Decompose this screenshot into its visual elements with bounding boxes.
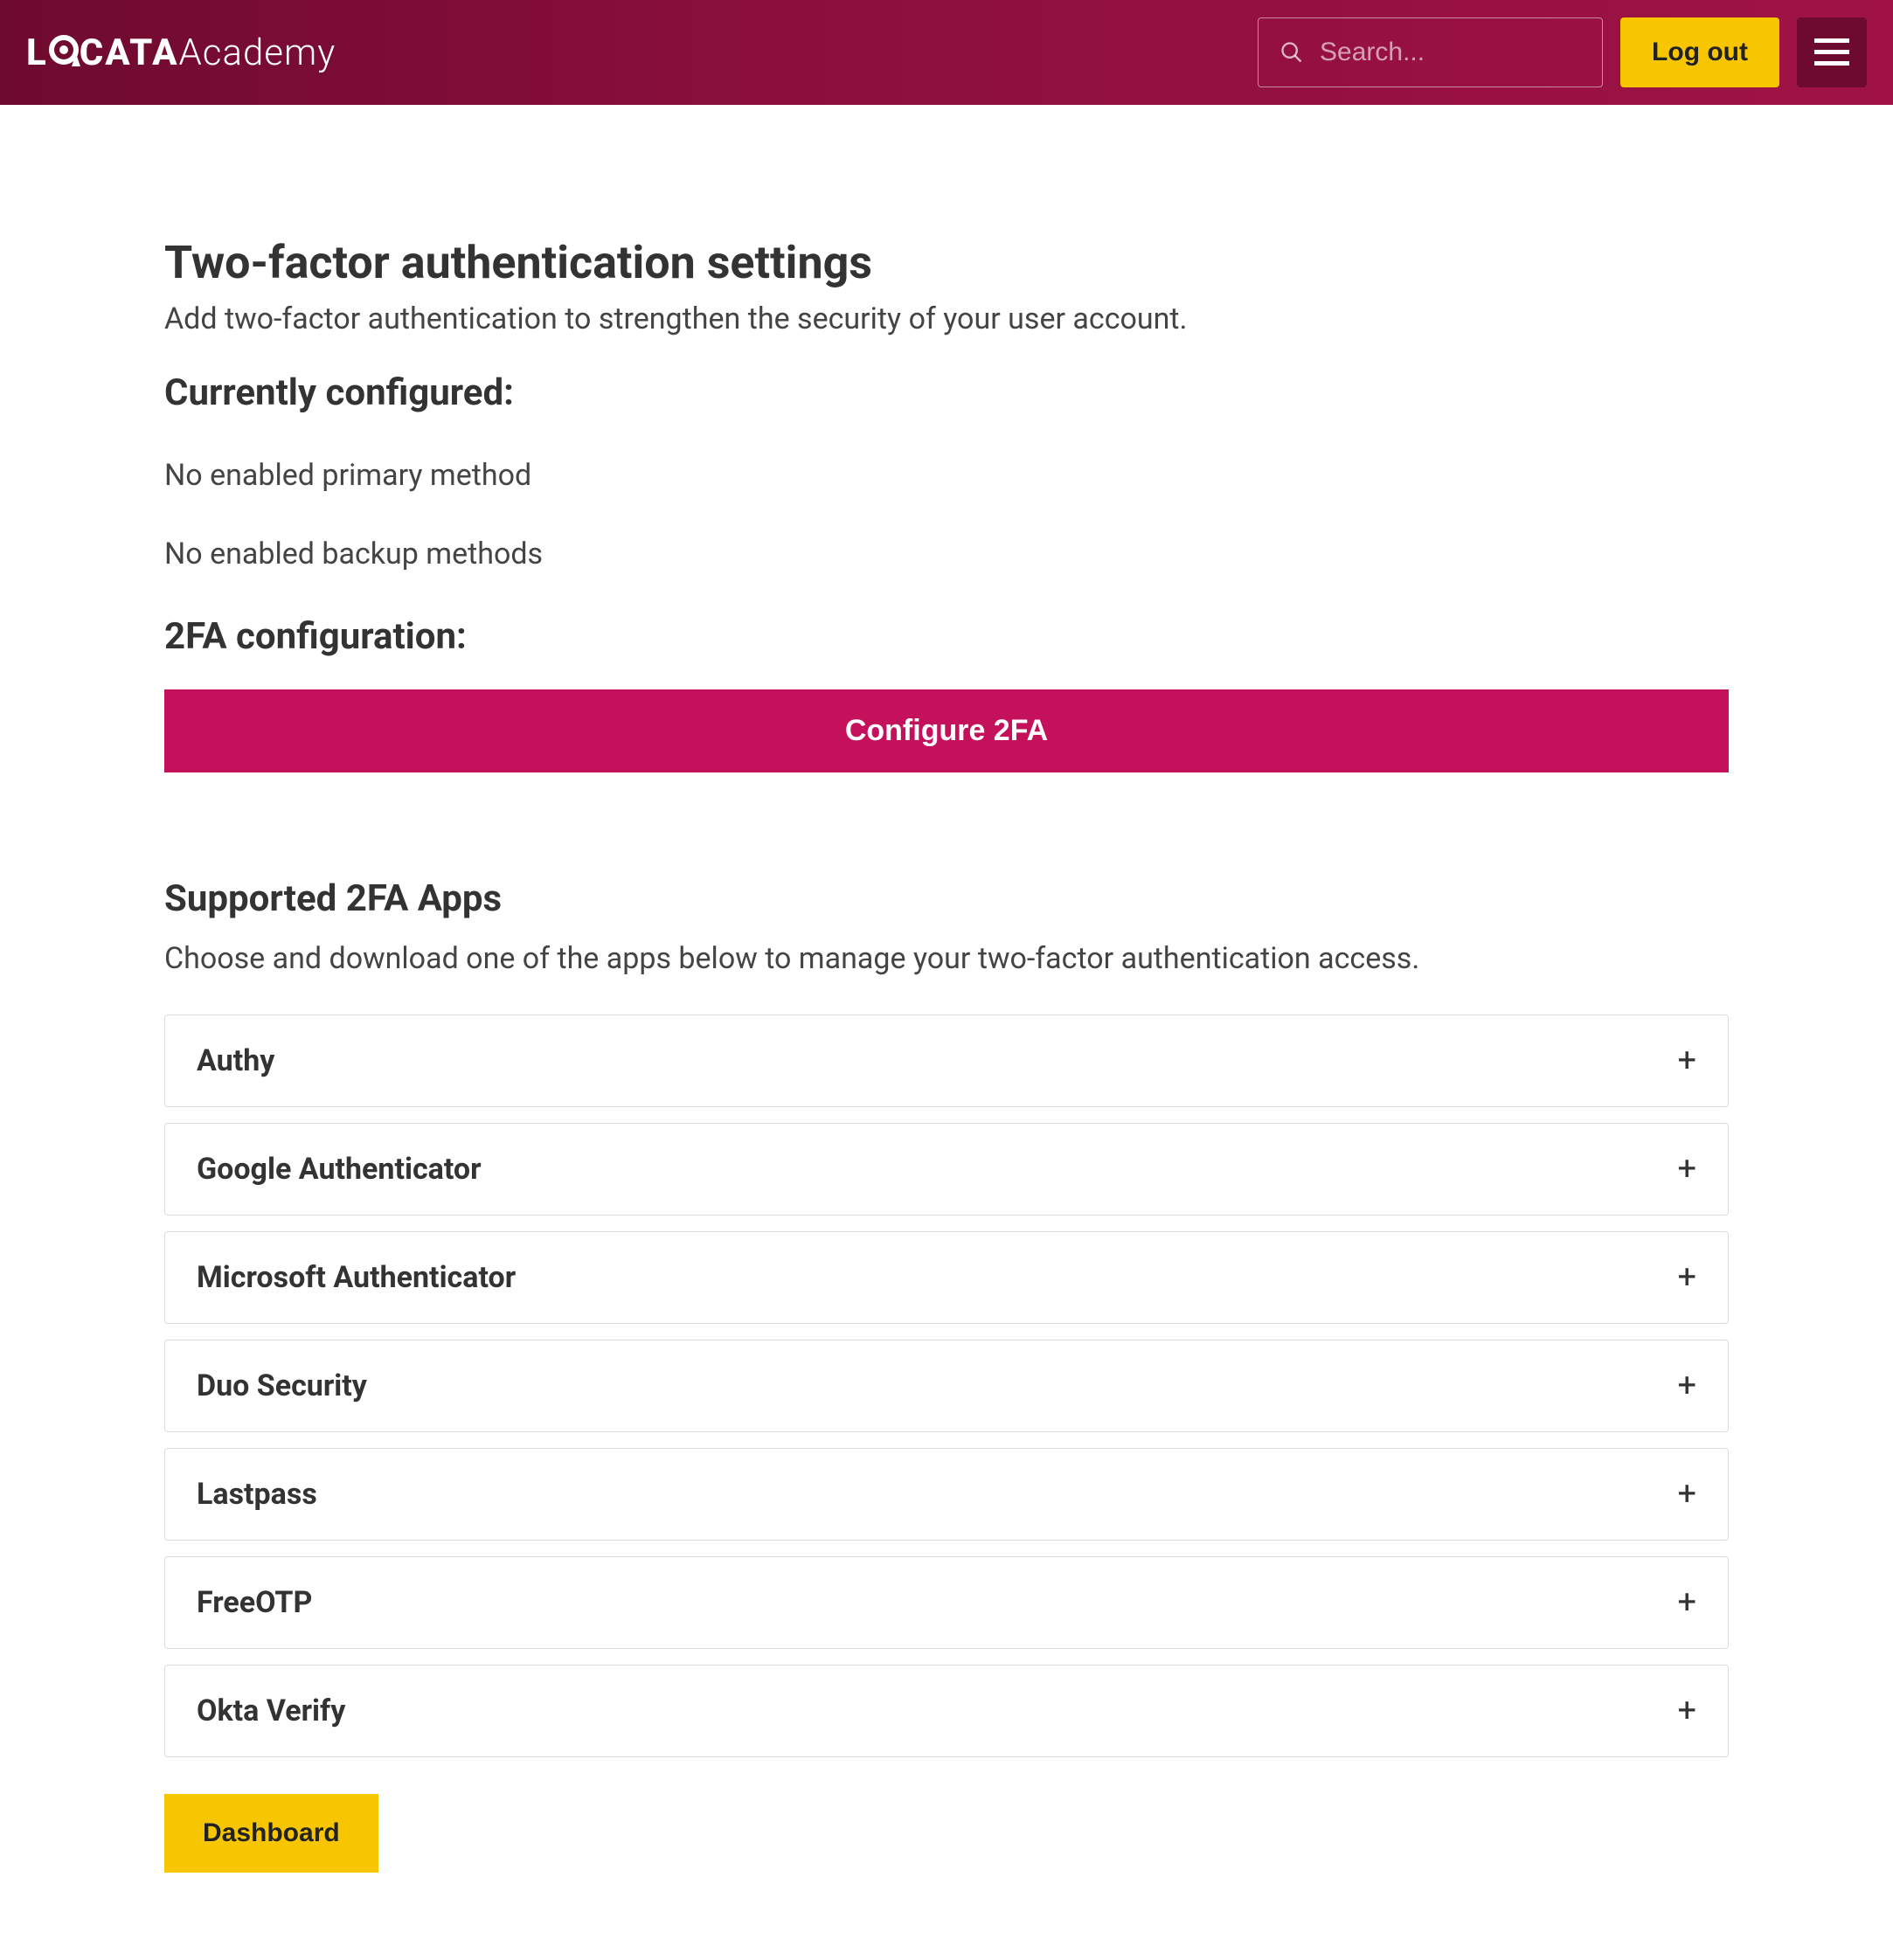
backup-method-status: No enabled backup methods — [164, 537, 1729, 571]
apps-heading: Supported 2FA Apps — [164, 877, 1729, 920]
configured-heading: Currently configured: — [164, 371, 1729, 414]
app-accordion-item[interactable]: FreeOTP + — [164, 1556, 1729, 1649]
main-content: Two-factor authentication settings Add t… — [164, 105, 1729, 1960]
menu-button[interactable] — [1797, 17, 1867, 87]
app-accordion-item[interactable]: Authy + — [164, 1015, 1729, 1107]
plus-icon: + — [1677, 1694, 1696, 1728]
app-accordion-item[interactable]: Microsoft Authenticator + — [164, 1231, 1729, 1324]
app-accordion-item[interactable]: Lastpass + — [164, 1448, 1729, 1541]
plus-icon: + — [1677, 1586, 1696, 1619]
app-accordion-item[interactable]: Google Authenticator + — [164, 1123, 1729, 1215]
config-heading: 2FA configuration: — [164, 615, 1729, 658]
app-name: Lastpass — [197, 1477, 317, 1512]
logo-o-icon — [49, 35, 79, 65]
app-name: Duo Security — [197, 1368, 367, 1403]
plus-icon: + — [1677, 1261, 1696, 1294]
logo[interactable]: L CATA Academy — [26, 31, 336, 74]
plus-icon: + — [1677, 1044, 1696, 1077]
hamburger-icon — [1814, 38, 1849, 66]
search-box[interactable] — [1258, 17, 1603, 87]
search-input[interactable] — [1320, 38, 1581, 67]
top-header: L CATA Academy Log out — [0, 0, 1893, 105]
page-subtitle: Add two-factor authentication to strengt… — [164, 301, 1729, 336]
logout-button[interactable]: Log out — [1620, 17, 1779, 87]
page-title: Two-factor authentication settings — [164, 236, 1729, 289]
app-name: Authy — [197, 1043, 274, 1078]
plus-icon: + — [1677, 1153, 1696, 1186]
dashboard-button[interactable]: Dashboard — [164, 1794, 378, 1873]
plus-icon: + — [1677, 1369, 1696, 1402]
primary-method-status: No enabled primary method — [164, 458, 1729, 493]
app-accordion-item[interactable]: Okta Verify + — [164, 1665, 1729, 1757]
app-name: Okta Verify — [197, 1693, 345, 1728]
configure-2fa-button[interactable]: Configure 2FA — [164, 689, 1729, 772]
logo-text-bold-suffix: CATA — [80, 31, 179, 74]
apps-list: Authy+Google Authenticator+Microsoft Aut… — [164, 1015, 1729, 1757]
apps-subtitle: Choose and download one of the apps belo… — [164, 941, 1729, 976]
plus-icon: + — [1677, 1478, 1696, 1511]
app-name: Microsoft Authenticator — [197, 1260, 516, 1295]
app-name: Google Authenticator — [197, 1152, 482, 1187]
search-icon — [1279, 40, 1304, 65]
app-name: FreeOTP — [197, 1585, 312, 1620]
logo-text-bold-prefix: L — [26, 31, 48, 74]
logo-text-light: Academy — [179, 31, 336, 74]
app-accordion-item[interactable]: Duo Security + — [164, 1340, 1729, 1432]
